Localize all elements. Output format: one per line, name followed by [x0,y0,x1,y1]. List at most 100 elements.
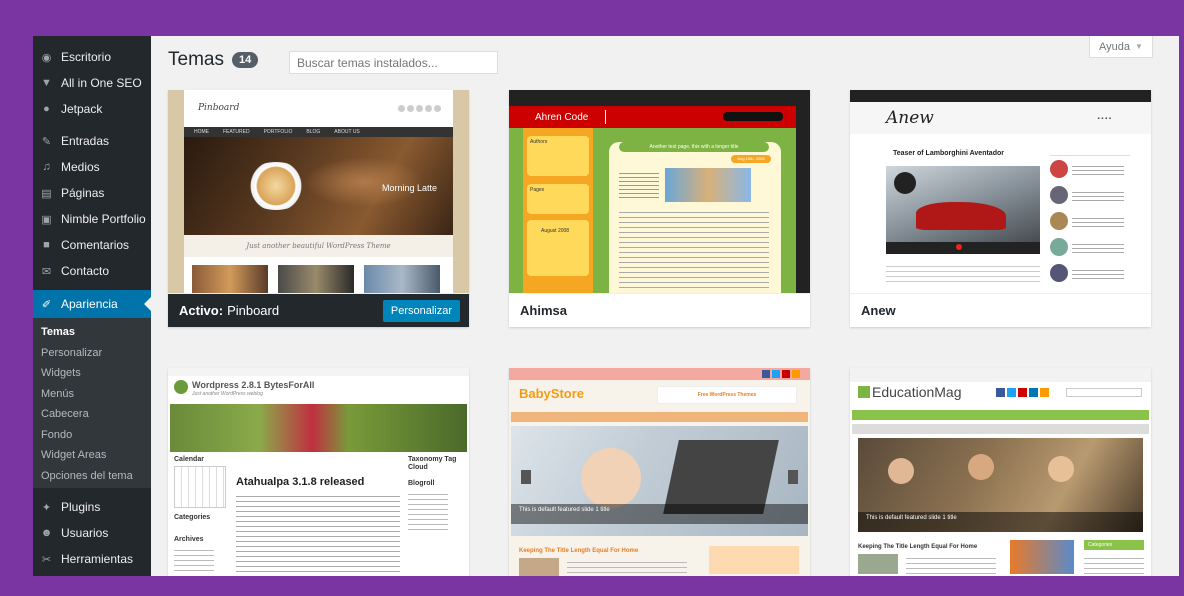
sidebar-item-medios[interactable]: ♫ Medios [33,154,151,180]
theme-screenshot[interactable]: Anew ▪ ▪ ▪ ▪ Teaser of Lamborghini Avent… [850,90,1151,293]
educationmag-post-title: Keeping The Title Length Equal For Home [858,544,978,550]
educationmag-side-title: Categories [1088,542,1113,548]
pin-icon: ✎ [41,135,52,148]
theme-screenshot[interactable]: Pinboard HOME FEATURED PORTFOLIO BLOG AB… [168,90,469,293]
submenu-widget-areas[interactable]: Widget Areas [33,445,151,466]
theme-name-bar: Ahimsa [509,293,810,327]
help-button[interactable]: Ayuda ▼ [1089,36,1153,58]
ahimsa-side-label: Pages [530,187,545,193]
theme-card-babystore[interactable]: BabyStore Free WordPress Themes This is … [509,368,810,576]
theme-screenshot[interactable]: Wordpress 2.8.1 BytesForAll Just another… [168,368,469,576]
appearance-icon: ✐ [41,298,52,311]
babystore-banner: Free WordPress Themes [697,392,757,398]
atahualpa-calendar-title: Calendar [174,456,204,463]
active-label: Activo: [179,303,224,318]
pinboard-nav-item: HOME [194,129,209,135]
sidebar-item-usuarios[interactable]: ☻ Usuarios [33,520,151,546]
theme-screenshot[interactable]: BabyStore Free WordPress Themes This is … [509,368,810,576]
sidebar-item-plugins[interactable]: ✦ Plugins [33,494,151,520]
educationmag-slide-title: This is default featured slide 1 title [866,515,957,521]
theme-name-bar: Anew [850,293,1151,327]
sidebar-item-herramientas[interactable]: ✂ Herramientas [33,546,151,572]
theme-card-educationmag[interactable]: EducationMag This is default featured sl… [850,368,1151,576]
submenu-menus[interactable]: Menús [33,384,151,405]
seo-icon: ▼ [41,77,52,89]
babystore-logo: BabyStore [519,386,585,401]
sidebar-item-label: Herramientas [61,552,134,566]
pinboard-nav-item: BLOG [306,129,321,135]
theme-card-anew[interactable]: Anew ▪ ▪ ▪ ▪ Teaser of Lamborghini Avent… [850,90,1151,327]
submenu-temas[interactable]: Temas [33,322,151,343]
sidebar-item-paginas[interactable]: ▤ Páginas [33,180,151,206]
theme-screenshot[interactable]: Ahren Code Authors Pages August 2008 Ano… [509,90,810,293]
submenu-cabecera[interactable]: Cabecera [33,404,151,425]
sidebar-item-jetpack[interactable]: ● Jetpack [33,96,151,122]
ahimsa-post-title: Another test page, this with a longer ti… [649,144,739,150]
pinboard-nav-item: FEATURED [223,129,250,135]
theme-screenshot[interactable]: EducationMag This is default featured sl… [850,368,1151,576]
users-icon: ☻ [40,527,53,539]
sidebar-item-seo[interactable]: ▼ All in One SEO [33,70,151,96]
sidebar-item-comentarios[interactable]: ■ Comentarios [33,232,151,258]
theme-name: Pinboard [227,303,280,318]
atahualpa-archives-title: Archives [174,536,204,543]
submenu-fondo[interactable]: Fondo [33,425,151,446]
globe-icon [174,380,188,394]
theme-card-ahimsa[interactable]: Ahren Code Authors Pages August 2008 Ano… [509,90,810,327]
pinboard-tagline: Just another beautiful WordPress Theme [184,235,453,257]
theme-count-badge: 14 [231,52,259,68]
submenu-opciones-tema[interactable]: Opciones del tema [33,466,151,487]
submenu-personalizar[interactable]: Personalizar [33,343,151,364]
admin-sidebar: ◉ Escritorio ▼ All in One SEO ● Jetpack ✎ En… [33,36,151,576]
wp-admin-window: ◉ Escritorio ▼ All in One SEO ● Jetpack ✎ En… [33,36,1179,576]
babystore-post-title: Keeping The Title Length Equal For Home [519,548,639,554]
pages-icon: ▤ [41,187,52,200]
submenu-widgets[interactable]: Widgets [33,363,151,384]
jetpack-icon: ● [43,103,50,115]
babystore-slide-image: This is default featured slide 1 title [511,426,808,536]
anew-featured-image [886,166,1040,254]
caret-down-icon: ▼ [1135,42,1143,51]
atahualpa-header-image [170,404,467,452]
portfolio-icon: ▣ [41,213,52,226]
plugins-icon: ✦ [41,501,52,514]
dashboard-icon: ◉ [41,51,52,64]
sidebar-item-label: Contacto [61,264,110,278]
theme-card-pinboard[interactable]: Pinboard HOME FEATURED PORTFOLIO BLOG AB… [168,90,469,327]
atahualpa-tagline: Just another WordPress weblog [192,391,263,397]
pinboard-slide-caption: Morning Latte [381,183,437,193]
sidebar-item-portfolio[interactable]: ▣ Nimble Portfolio [33,206,151,232]
sidebar-item-label: Apariencia [61,297,118,311]
ahimsa-side-label: Authors [530,139,548,145]
sidebar-item-entradas[interactable]: ✎ Entradas [33,128,151,154]
educationmag-slide-image: This is default featured slide 1 title [858,438,1143,532]
sidebar-item-contacto[interactable]: ✉ Contacto [33,258,151,284]
page-title-text: Temas [168,49,224,70]
atahualpa-logo: Wordpress 2.8.1 BytesForAll [192,380,315,390]
theme-name: Ahimsa [520,303,567,318]
atahualpa-categories-title: Categories [174,514,211,521]
customize-button[interactable]: Personalizar [382,300,460,322]
anew-logo: Anew [886,108,934,128]
ahimsa-date: Aug 10th, 2008 [737,156,765,161]
page-title: Temas 14 [168,49,259,71]
search-themes-input[interactable] [289,51,498,74]
appearance-submenu: Temas Personalizar Widgets Menús Cabecer… [33,318,151,488]
atahualpa-blogroll-title: Blogroll [408,480,435,487]
media-icon: ♫ [42,161,51,173]
theme-card-atahualpa[interactable]: Wordpress 2.8.1 BytesForAll Just another… [168,368,469,576]
sidebar-item-label: Páginas [61,186,105,200]
sidebar-item-escritorio[interactable]: ◉ Escritorio [33,44,151,70]
theme-name: Anew [861,303,896,318]
sidebar-item-label: Medios [61,160,100,174]
sidebar-item-label: All in One SEO [61,76,142,90]
sidebar-item-label: Jetpack [61,102,103,116]
anew-post-title: Teaser of Lamborghini Aventador [893,150,1004,157]
sidebar-item-label: Usuarios [61,526,109,540]
tools-icon: ✂ [41,553,52,566]
pinboard-slide-image: Morning Latte [184,137,453,235]
ahimsa-calendar-month: August 2008 [541,228,570,234]
sidebar-item-label: Comentarios [61,238,130,252]
sidebar-item-apariencia[interactable]: ✐ Apariencia [33,290,151,318]
ahimsa-logo: Ahren Code [535,112,589,123]
